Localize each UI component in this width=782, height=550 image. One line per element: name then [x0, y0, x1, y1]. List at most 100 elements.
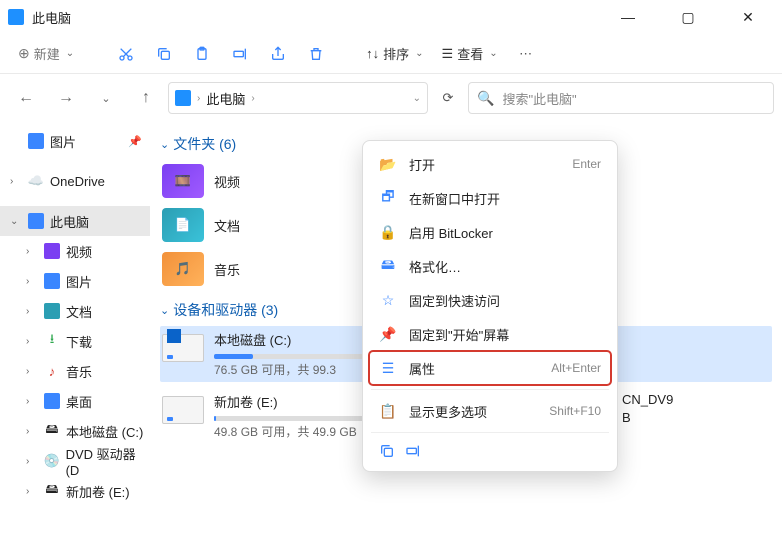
sidebar-item-pictures2[interactable]: › 图片 [0, 266, 150, 296]
document-folder-icon: 📄 [162, 208, 204, 242]
plus-icon: ⊕ [18, 45, 30, 62]
toolbar: ⊕ 新建 ⌄ ↑↓ 排序 ⌄ ☰ 查看 ⌄ ⋯ [0, 34, 782, 74]
view-button[interactable]: ☰ 查看 ⌄ [436, 40, 504, 67]
new-label: 新建 [34, 44, 60, 63]
share-icon[interactable] [262, 38, 294, 70]
window-title: 此电脑 [32, 8, 71, 27]
chevron-down-icon[interactable]: ⌄ [413, 93, 421, 104]
video-icon [44, 243, 60, 259]
music-folder-icon: 🎵 [162, 252, 204, 286]
partial-drive-sub: B [622, 410, 631, 425]
cm-format[interactable]: 🖴 格式化… [369, 249, 611, 283]
forward-button[interactable]: → [48, 80, 84, 116]
expand-icon[interactable]: › [26, 276, 38, 287]
drive-icon [162, 334, 204, 362]
group-label: 文件夹 (6) [173, 134, 236, 154]
sidebar-label: 图片 [50, 132, 76, 151]
cm-label: 在新窗口中打开 [409, 189, 500, 208]
new-window-icon: 🗗 [379, 186, 397, 210]
context-menu: 📂 打开 Enter 🗗 在新窗口中打开 🔒 启用 BitLocker 🖴 格式… [362, 140, 618, 472]
drive-sub: 49.8 GB 可用，共 49.9 GB [214, 423, 384, 440]
group-label: 设备和驱动器 (3) [173, 300, 278, 320]
cut-icon[interactable] [110, 38, 142, 70]
pc-icon [175, 90, 191, 106]
sidebar-item-dvd[interactable]: › 💿 DVD 驱动器 (D [0, 446, 150, 476]
search-box[interactable]: 🔍 搜索"此电脑" [468, 82, 774, 114]
expand-icon[interactable]: › [26, 336, 38, 347]
cm-open[interactable]: 📂 打开 Enter [369, 147, 611, 181]
copy-icon[interactable] [148, 38, 180, 70]
rename-icon[interactable] [224, 38, 256, 70]
cm-pin-quick[interactable]: ☆ 固定到快速访问 [369, 283, 611, 317]
sidebar-item-pictures[interactable]: 图片 📌 [0, 126, 150, 156]
sidebar-item-music[interactable]: › ♪ 音乐 [0, 356, 150, 386]
cm-label: 属性 [409, 359, 435, 378]
usage-bar [214, 354, 384, 359]
cm-new-window[interactable]: 🗗 在新窗口中打开 [369, 181, 611, 215]
collapse-icon[interactable]: ⌄ [10, 216, 22, 227]
breadcrumb[interactable]: 此电脑 [206, 89, 245, 108]
cloud-icon: ☁️ [28, 173, 44, 189]
search-placeholder: 搜索"此电脑" [502, 89, 576, 108]
up-button[interactable]: ↑ [128, 80, 164, 116]
sidebar-item-onedrive[interactable]: › ☁️ OneDrive [0, 166, 150, 196]
pc-icon [28, 213, 44, 229]
expand-icon[interactable]: › [26, 396, 38, 407]
expand-icon[interactable]: › [26, 486, 38, 497]
paste-icon[interactable] [186, 38, 218, 70]
sort-button[interactable]: ↑↓ 排序 ⌄ [360, 40, 429, 67]
expand-icon[interactable]: › [26, 456, 38, 467]
folder-label: 视频 [214, 172, 240, 191]
drive-name: 新加卷 (E:) [214, 392, 384, 411]
nav-row: ← → ⌄ ↑ › 此电脑 › ⌄ ⟳ 🔍 搜索"此电脑" [0, 74, 782, 122]
cm-label: 打开 [409, 155, 435, 174]
separator [371, 432, 609, 433]
sidebar-item-videos[interactable]: › 视频 [0, 236, 150, 266]
maximize-button[interactable]: ▢ [670, 9, 706, 26]
close-button[interactable]: ✕ [730, 9, 766, 26]
cm-label: 启用 BitLocker [409, 223, 493, 242]
separator [371, 389, 609, 390]
sort-icon: ↑↓ [366, 46, 379, 61]
cm-shortcut: Shift+F10 [549, 404, 601, 418]
music-icon: ♪ [44, 363, 60, 379]
cm-more[interactable]: 📋 显示更多选项 Shift+F10 [369, 394, 611, 428]
chevron-down-icon: ⌄ [415, 48, 423, 59]
drive-name: 本地磁盘 (C:) [214, 330, 384, 349]
expand-icon[interactable]: › [26, 426, 38, 437]
rename-icon[interactable] [405, 443, 421, 459]
address-bar[interactable]: › 此电脑 › ⌄ [168, 82, 428, 114]
expand-icon[interactable]: › [26, 366, 38, 377]
cm-label: 显示更多选项 [409, 402, 487, 421]
copy-icon[interactable] [379, 443, 395, 459]
cm-shortcut: Enter [572, 157, 601, 171]
cm-pin-start[interactable]: 📌 固定到"开始"屏幕 [369, 317, 611, 351]
sidebar-label: 此电脑 [50, 212, 89, 231]
sidebar-label: 本地磁盘 (C:) [66, 422, 143, 441]
new-button[interactable]: ⊕ 新建 ⌄ [10, 40, 82, 67]
sidebar-label: 视频 [66, 242, 92, 261]
drive-icon: 🖴 [44, 483, 60, 499]
chevron-down-icon: ⌄ [160, 304, 169, 317]
sidebar-item-thispc[interactable]: ⌄ 此电脑 [0, 206, 150, 236]
refresh-button[interactable]: ⟳ [432, 90, 464, 106]
picture-icon [28, 133, 44, 149]
expand-icon[interactable]: › [10, 176, 22, 187]
sidebar-item-downloads[interactable]: › ⭳ 下载 [0, 326, 150, 356]
delete-icon[interactable] [300, 38, 332, 70]
sidebar-item-vole[interactable]: › 🖴 新加卷 (E:) [0, 476, 150, 506]
recent-button[interactable]: ⌄ [88, 80, 124, 116]
back-button[interactable]: ← [8, 80, 44, 116]
more-icon[interactable]: ⋯ [510, 38, 542, 70]
sidebar-item-documents[interactable]: › 文档 [0, 296, 150, 326]
usage-bar [214, 416, 384, 421]
minimize-button[interactable]: — [610, 9, 646, 26]
sidebar-item-localc[interactable]: › 🖴 本地磁盘 (C:) [0, 416, 150, 446]
cm-bitlocker[interactable]: 🔒 启用 BitLocker [369, 215, 611, 249]
expand-icon[interactable]: › [26, 306, 38, 317]
disc-icon: 💿 [44, 453, 60, 469]
cm-properties[interactable]: ☰ 属性 Alt+Enter [369, 351, 611, 385]
sidebar-item-desktop[interactable]: › 桌面 [0, 386, 150, 416]
cm-label: 固定到快速访问 [409, 291, 500, 310]
expand-icon[interactable]: › [26, 246, 38, 257]
